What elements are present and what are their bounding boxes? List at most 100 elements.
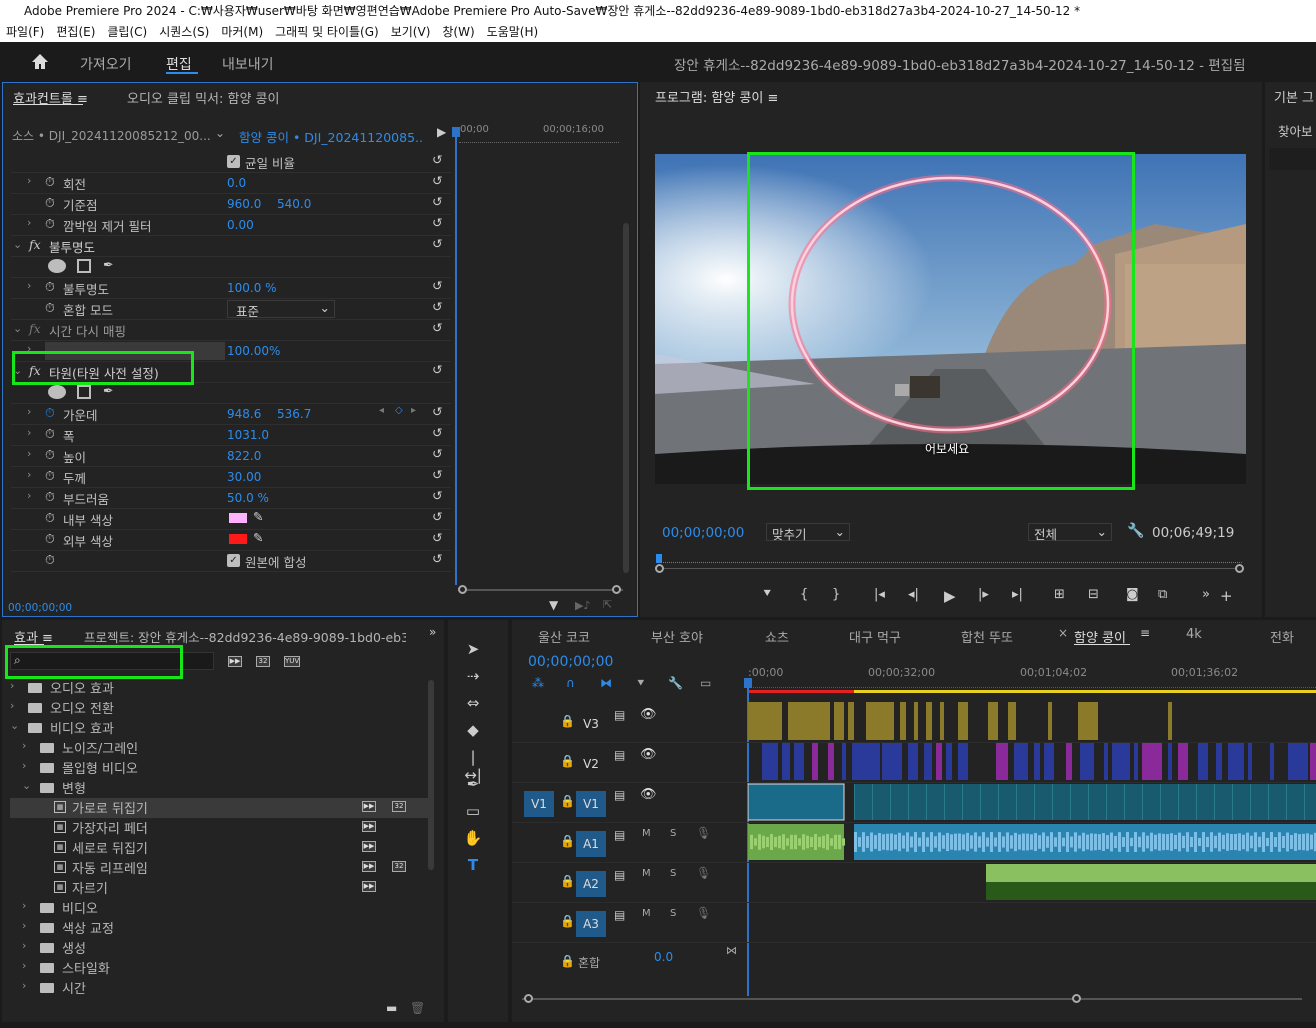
menu-item[interactable]: 창(W) — [436, 22, 480, 42]
chevron-right-icon[interactable]: › — [27, 447, 31, 460]
waveform-bar[interactable] — [1226, 833, 1229, 851]
property-value[interactable]: 30.00 — [227, 470, 261, 484]
clip-divider[interactable] — [1304, 784, 1305, 820]
lock-icon[interactable]: 🔒 — [560, 874, 575, 888]
more-icon[interactable]: » — [1202, 587, 1210, 602]
waveform-bar[interactable] — [922, 832, 925, 852]
chevron-down-icon[interactable]: ⌄ — [215, 126, 225, 140]
solo-button[interactable]: S — [670, 908, 676, 919]
clip-divider[interactable] — [1178, 784, 1179, 820]
v2-clip[interactable] — [1288, 742, 1308, 780]
rectangle-mask-icon[interactable] — [77, 259, 91, 273]
stopwatch-icon[interactable]: ⏱ — [45, 279, 55, 295]
chevron-right-icon[interactable]: › — [22, 959, 26, 972]
eyedropper-icon[interactable]: ✎ — [253, 509, 263, 524]
waveform-bar[interactable] — [1126, 832, 1129, 852]
waveform-bar[interactable] — [1014, 832, 1017, 852]
chevron-right-icon[interactable]: › — [27, 489, 31, 502]
waveform-bar[interactable] — [754, 838, 757, 846]
waveform-bar[interactable] — [802, 834, 805, 850]
v2-clip[interactable] — [908, 742, 918, 780]
reset-icon[interactable]: ↺ — [432, 467, 442, 482]
v3-clip[interactable] — [1168, 702, 1172, 740]
type-tool-icon[interactable]: T — [463, 856, 483, 876]
waveform-bar[interactable] — [934, 836, 937, 848]
chevron-down-icon[interactable]: ⌄ — [22, 779, 31, 792]
waveform-bar[interactable] — [998, 832, 1001, 852]
menu-item[interactable]: 편집(E) — [50, 22, 101, 42]
ellipse-mask-icon[interactable] — [48, 259, 66, 273]
clip-divider[interactable] — [1106, 784, 1107, 820]
waveform-bar[interactable] — [1034, 832, 1037, 852]
waveform-bar[interactable] — [906, 832, 909, 852]
waveform-bar[interactable] — [838, 834, 841, 850]
waveform-bar[interactable] — [990, 832, 993, 852]
color-swatch[interactable] — [229, 513, 247, 523]
waveform-bar[interactable] — [966, 832, 969, 852]
reset-icon[interactable]: ↺ — [432, 551, 442, 566]
property-value[interactable]: 0.00 — [227, 218, 254, 232]
v2-clip[interactable] — [996, 742, 1008, 780]
v2-clip[interactable] — [1270, 742, 1274, 780]
chevron-down-icon[interactable]: ⌄ — [13, 238, 22, 251]
v3-clip[interactable] — [926, 702, 932, 740]
mark-out-icon[interactable]: } — [832, 587, 840, 602]
waveform-bar[interactable] — [978, 836, 981, 848]
comparison-view-icon[interactable]: ⧉ — [1158, 587, 1167, 602]
tab-audio-clip-mixer[interactable]: 오디오 클립 믹서: 함양 콩이 — [127, 88, 279, 107]
property-value[interactable]: 822.0 — [227, 449, 261, 463]
waveform-bar[interactable] — [814, 834, 817, 850]
accelerated-effects-icon[interactable]: ▶▶ — [228, 656, 242, 667]
mark-in-icon[interactable]: { — [800, 587, 808, 602]
stopwatch-icon[interactable]: ⏱ — [45, 510, 55, 526]
property-value[interactable]: 0.0 — [227, 176, 246, 190]
chevron-right-icon[interactable]: › — [22, 899, 26, 912]
waveform-bar[interactable] — [1250, 835, 1253, 849]
reset-icon[interactable]: ↺ — [432, 215, 442, 230]
effect-property-row[interactable]: › ⏱ 가운데 948.6 536.7 ◂ ◇ ▸ ↺ — [11, 404, 451, 424]
razor-tool-icon[interactable]: ◆ — [463, 721, 483, 741]
waveform-bar[interactable] — [750, 834, 753, 850]
waveform-bar[interactable] — [1046, 836, 1049, 848]
waveform-bar[interactable] — [1154, 834, 1157, 850]
step-back-icon[interactable]: ◂| — [908, 587, 919, 602]
chevron-right-icon[interactable]: › — [22, 759, 26, 772]
sync-lock-icon[interactable]: ▤ — [614, 788, 625, 802]
sequence-tab[interactable]: 전화 — [1270, 627, 1294, 646]
reset-icon[interactable]: ↺ — [432, 236, 442, 251]
step-forward-icon[interactable]: |▸ — [978, 587, 989, 602]
waveform-bar[interactable] — [770, 834, 773, 850]
waveform-bar[interactable] — [1210, 832, 1213, 852]
v3-clip[interactable] — [900, 702, 906, 740]
waveform-bar[interactable] — [1266, 837, 1269, 847]
effect-folder[interactable]: › 비디오 — [10, 898, 430, 918]
waveform-bar[interactable] — [762, 835, 765, 849]
stopwatch-icon[interactable]: ⏱ — [45, 552, 55, 568]
sync-lock-icon[interactable]: ▤ — [614, 708, 625, 722]
source-patch[interactable]: V1 — [524, 791, 554, 817]
chevron-right-icon[interactable]: › — [27, 468, 31, 481]
waveform-bar[interactable] — [1202, 832, 1205, 852]
waveform-bar[interactable] — [1030, 834, 1033, 850]
waveform-bar[interactable] — [1310, 834, 1313, 850]
home-icon[interactable] — [30, 52, 50, 72]
reset-icon[interactable]: ↺ — [432, 299, 442, 314]
effect-folder[interactable]: › 시간 — [10, 978, 430, 998]
waveform-bar[interactable] — [1062, 837, 1065, 847]
clip-divider[interactable] — [1268, 784, 1269, 820]
v2-clip[interactable] — [812, 742, 818, 780]
extract-icon[interactable]: ⊟ — [1088, 587, 1099, 602]
snap-icon[interactable]: ∩ — [566, 676, 575, 690]
track-header[interactable]: 🔒 A3 ▤ M S 🎙 — [512, 902, 746, 942]
effect-property-row[interactable]: ⏱ 기준점 960.0 540.0 ↺ — [11, 194, 451, 214]
lock-icon[interactable]: 🔒 — [560, 754, 575, 768]
sequence-tab[interactable]: 대구 먹구 — [849, 627, 901, 646]
program-timecode[interactable]: 00;00;00;00 — [662, 525, 744, 541]
waveform-bar[interactable] — [974, 832, 977, 852]
waveform-bar[interactable] — [1230, 833, 1233, 851]
waveform-bar[interactable] — [1222, 834, 1225, 850]
waveform-bar[interactable] — [1146, 835, 1149, 849]
sequence-tab[interactable]: 4k — [1186, 627, 1202, 642]
waveform-bar[interactable] — [1206, 836, 1209, 848]
waveform-bar[interactable] — [1082, 832, 1085, 852]
